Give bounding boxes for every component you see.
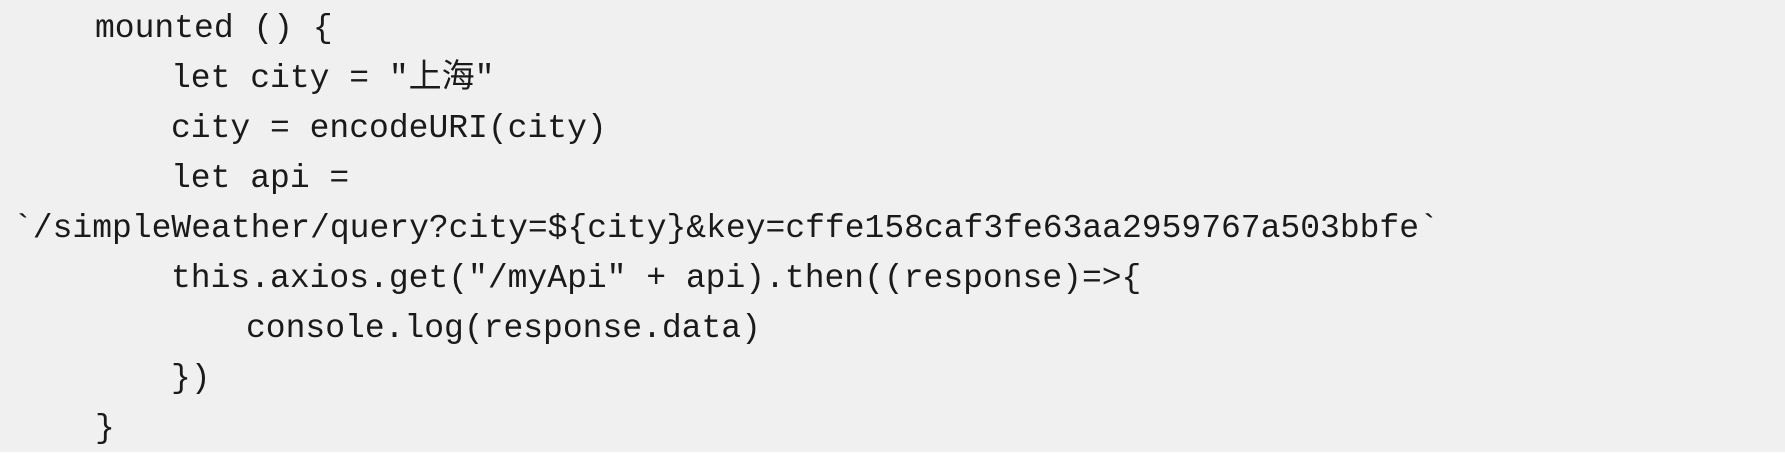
code-line-console-log: console.log(response.data) xyxy=(246,310,761,347)
code-line-let-api: let api = xyxy=(171,160,350,197)
code-line-close-then: }) xyxy=(171,360,211,397)
code-line-close-mounted: } xyxy=(95,410,115,447)
code-line-mounted: mounted () { xyxy=(95,10,333,47)
code-line-api-url: `/simpleWeather/query?city=${city}&key=c… xyxy=(13,210,1439,247)
code-line-axios-get: this.axios.get("/myApi" + api).then((res… xyxy=(171,260,1142,297)
code-line-encode-uri: city = encodeURI(city) xyxy=(171,110,607,147)
code-block: mounted () { let city = "上海" city = enco… xyxy=(0,0,1785,452)
code-line-let-city: let city = "上海" xyxy=(171,60,495,97)
